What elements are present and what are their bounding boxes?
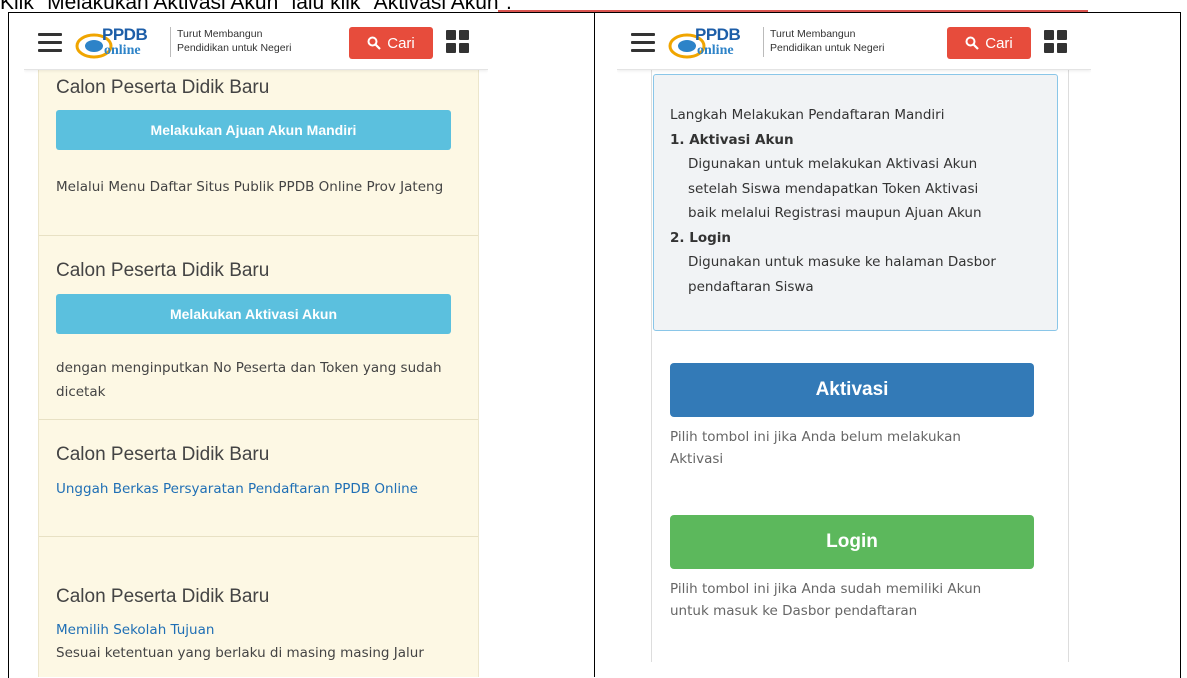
ajuan-akun-mandiri-button[interactable]: Melakukan Ajuan Akun Mandiri: [56, 110, 451, 150]
grid-menu-icon[interactable]: [1044, 30, 1068, 54]
login-hint-line: Pilih tombol ini jika Anda sudah memilik…: [670, 581, 982, 597]
tagline: Turut Membangun Pendidikan untuk Negeri: [770, 27, 884, 55]
grid-menu-icon[interactable]: [446, 30, 470, 54]
hamburger-menu-icon[interactable]: [631, 33, 655, 53]
aktivasi-button[interactable]: Aktivasi: [670, 363, 1034, 417]
step-card-sekolah: Calon Peserta Didik Baru Memilih Sekolah…: [39, 536, 478, 677]
step-card-title: Calon Peserta Didik Baru: [56, 586, 270, 607]
info-step-1-desc-line: setelah Siswa mendapatkan Token Aktivasi: [688, 180, 979, 197]
info-step-2-desc-line: Digunakan untuk masuke ke halaman Dasbor: [688, 254, 996, 270]
steps-info-box: Langkah Melakukan Pendaftaran Mandiri 1.…: [653, 74, 1058, 331]
info-step-1-label: 1. Aktivasi Akun: [670, 132, 794, 148]
step-card-aktivasi: Calon Peserta Didik Baru Melakukan Aktiv…: [39, 235, 478, 420]
left-screenshot: PPDB online Turut Membangun Pendidikan u…: [24, 17, 488, 677]
tagline: Turut Membangun Pendidikan untuk Negeri: [177, 27, 291, 55]
melakukan-aktivasi-akun-button[interactable]: Melakukan Aktivasi Akun: [56, 294, 451, 334]
aktivasi-hint-line: Aktivasi: [670, 451, 724, 467]
tagline-line-1: Turut Membangun: [177, 28, 263, 40]
activation-page: Langkah Melakukan Pendaftaran Mandiri 1.…: [617, 69, 1091, 662]
step-card-title: Calon Peserta Didik Baru: [56, 260, 270, 281]
info-box-title: Langkah Melakukan Pendaftaran Mandiri: [670, 107, 945, 123]
step-card-title: Calon Peserta Didik Baru: [56, 444, 270, 465]
info-step-1-desc-line: baik melalui Registrasi maupun Ajuan Aku…: [688, 205, 982, 221]
tagline-line-2: Pendidikan untuk Negeri: [177, 42, 292, 54]
aktivasi-hint-line: Pilih tombol ini jika Anda belum melakuk…: [670, 429, 961, 445]
top-navbar: PPDB online Turut Membangun Pendidikan u…: [617, 17, 1091, 70]
logo-ppdb-text: PPDB: [695, 25, 741, 44]
info-step-2-desc-line: pendaftaran Siswa: [688, 278, 814, 295]
login-hint-line: untuk masuk ke Dasbor pendaftaran: [670, 603, 918, 619]
logo-ppdb-text: PPDB: [102, 25, 148, 44]
top-navbar: PPDB online Turut Membangun Pendidikan u…: [24, 17, 488, 70]
tagline-line-2: Pendidikan untuk Negeri: [770, 42, 885, 54]
tagline-separator: [763, 27, 764, 57]
step-card-unggah: Calon Peserta Didik Baru Unggah Berkas P…: [39, 419, 478, 537]
ppdb-logo[interactable]: PPDB online: [667, 24, 757, 64]
search-icon: [965, 36, 980, 50]
search-icon: [367, 36, 382, 50]
hamburger-menu-icon[interactable]: [38, 33, 62, 53]
unggah-berkas-link[interactable]: Unggah Berkas Persyaratan Pendaftaran PP…: [56, 477, 466, 501]
tagline-separator: [170, 27, 171, 57]
search-button-label: Cari: [387, 34, 415, 52]
step-card-ajuan: Calon Peserta Didik Baru Melakukan Ajuan…: [39, 69, 478, 236]
search-button-label: Cari: [985, 34, 1013, 52]
step-card-text: Sesuai ketentuan yang berlaku di masing …: [56, 645, 424, 661]
login-hint: Pilih tombol ini jika Anda sudah memilik…: [670, 578, 1040, 622]
info-step-2-desc: Digunakan untuk masuke ke halaman Dasbor…: [688, 250, 1048, 299]
right-screenshot: PPDB online Turut Membangun Pendidikan u…: [617, 17, 1091, 662]
table-divider: [594, 12, 595, 677]
info-step-2-label: 2. Login: [670, 230, 732, 246]
logo-online-text: online: [697, 43, 734, 58]
step-card-text: Melalui Menu Daftar Situs Publik PPDB On…: [56, 179, 444, 195]
logo-online-text: online: [104, 43, 141, 58]
tagline-line-1: Turut Membangun: [770, 28, 856, 40]
info-step-1-desc: Digunakan untuk melakukan Aktivasi Akun …: [688, 152, 1048, 226]
info-step-1-desc-line: Digunakan untuk melakukan Aktivasi Akun: [688, 156, 978, 172]
search-button[interactable]: Cari: [349, 27, 433, 59]
ppdb-logo[interactable]: PPDB online: [74, 24, 164, 64]
aktivasi-hint: Pilih tombol ini jika Anda belum melakuk…: [670, 426, 1040, 470]
steps-panel: Calon Peserta Didik Baru Melakukan Ajuan…: [38, 69, 479, 677]
login-button[interactable]: Login: [670, 515, 1034, 569]
step-card-text: dengan menginputkan No Peserta dan Token…: [56, 360, 442, 400]
step-card-title: Calon Peserta Didik Baru: [56, 77, 270, 98]
search-button[interactable]: Cari: [947, 27, 1031, 59]
memilih-sekolah-link[interactable]: Memilih Sekolah Tujuan: [56, 618, 466, 642]
